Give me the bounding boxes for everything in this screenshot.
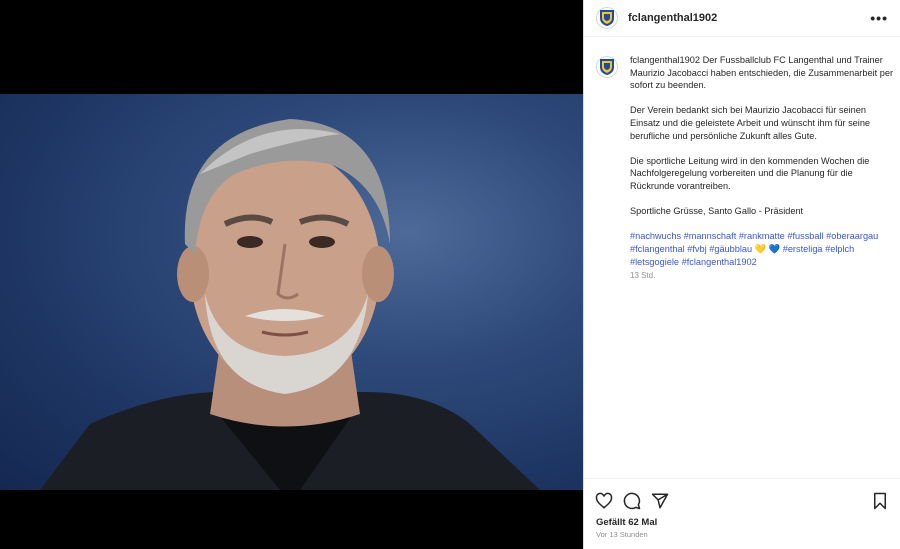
hashtag-link[interactable]: #rankmatte: [739, 231, 785, 241]
hashtags: #nachwuchs #mannschaft #rankmatte #fussb…: [630, 230, 896, 268]
hashtag-link[interactable]: #fvbj: [687, 244, 706, 254]
heart-emoji: 💛 💙: [754, 243, 781, 254]
hashtag-link[interactable]: #ersteliga: [783, 244, 823, 254]
post-header: fclangenthal1902 •••: [584, 0, 900, 37]
caption-timestamp[interactable]: 13 Std.: [630, 270, 896, 283]
hashtag-link[interactable]: #fclangenthal: [630, 244, 685, 254]
avatar[interactable]: [596, 7, 618, 29]
bookmark-icon[interactable]: [871, 492, 889, 510]
like-count[interactable]: Gefällt 62 Mal: [584, 513, 900, 528]
caption-paragraph-4: Sportliche Grüsse, Santo Gallo - Präside…: [630, 206, 804, 217]
post-actions: Gefällt 62 Mal Vor 13 Stunden: [584, 478, 900, 549]
caption-paragraph-1: fclangenthal1902 Der Fussballclub FC Lan…: [630, 54, 896, 92]
heart-icon[interactable]: [595, 492, 613, 510]
caption-avatar[interactable]: [596, 56, 618, 78]
post-photo: [0, 94, 583, 490]
hashtag-link[interactable]: #fclangenthal1902: [682, 257, 757, 267]
portrait-illustration: [40, 119, 540, 490]
hashtag-link[interactable]: #nachwuchs: [630, 231, 681, 241]
club-crest-icon: [600, 59, 614, 75]
hashtag-link[interactable]: #fussball: [787, 231, 823, 241]
caption-username[interactable]: fclangenthal1902: [630, 55, 700, 65]
post-media[interactable]: [0, 0, 583, 549]
post-timestamp[interactable]: Vor 13 Stunden: [584, 528, 900, 539]
caption-paragraph-3: Die sportliche Leitung wird in den komme…: [630, 155, 870, 191]
hashtag-link[interactable]: #letsgogiele: [630, 257, 679, 267]
caption-text: fclangenthal1902 Der Fussballclub FC Lan…: [630, 54, 896, 283]
hashtag-link[interactable]: #oberaargau: [826, 231, 878, 241]
username-link[interactable]: fclangenthal1902: [628, 12, 717, 24]
hashtag-link[interactable]: #mannschaft: [684, 231, 737, 241]
share-icon[interactable]: [651, 492, 669, 510]
caption-paragraph-2: Der Verein bedankt sich bei Maurizio Jac…: [630, 105, 871, 141]
comment-icon[interactable]: [623, 492, 641, 510]
caption: fclangenthal1902 Der Fussballclub FC Lan…: [596, 54, 896, 283]
club-crest-icon: [600, 10, 614, 26]
more-options-icon[interactable]: •••: [870, 10, 888, 26]
hashtag-link[interactable]: #gäubblau: [709, 244, 752, 254]
post-side-panel: fclangenthal1902 ••• fclangenthal1902 De…: [583, 0, 900, 549]
hashtag-link[interactable]: #elplch: [825, 244, 854, 254]
action-icons: [584, 479, 900, 513]
